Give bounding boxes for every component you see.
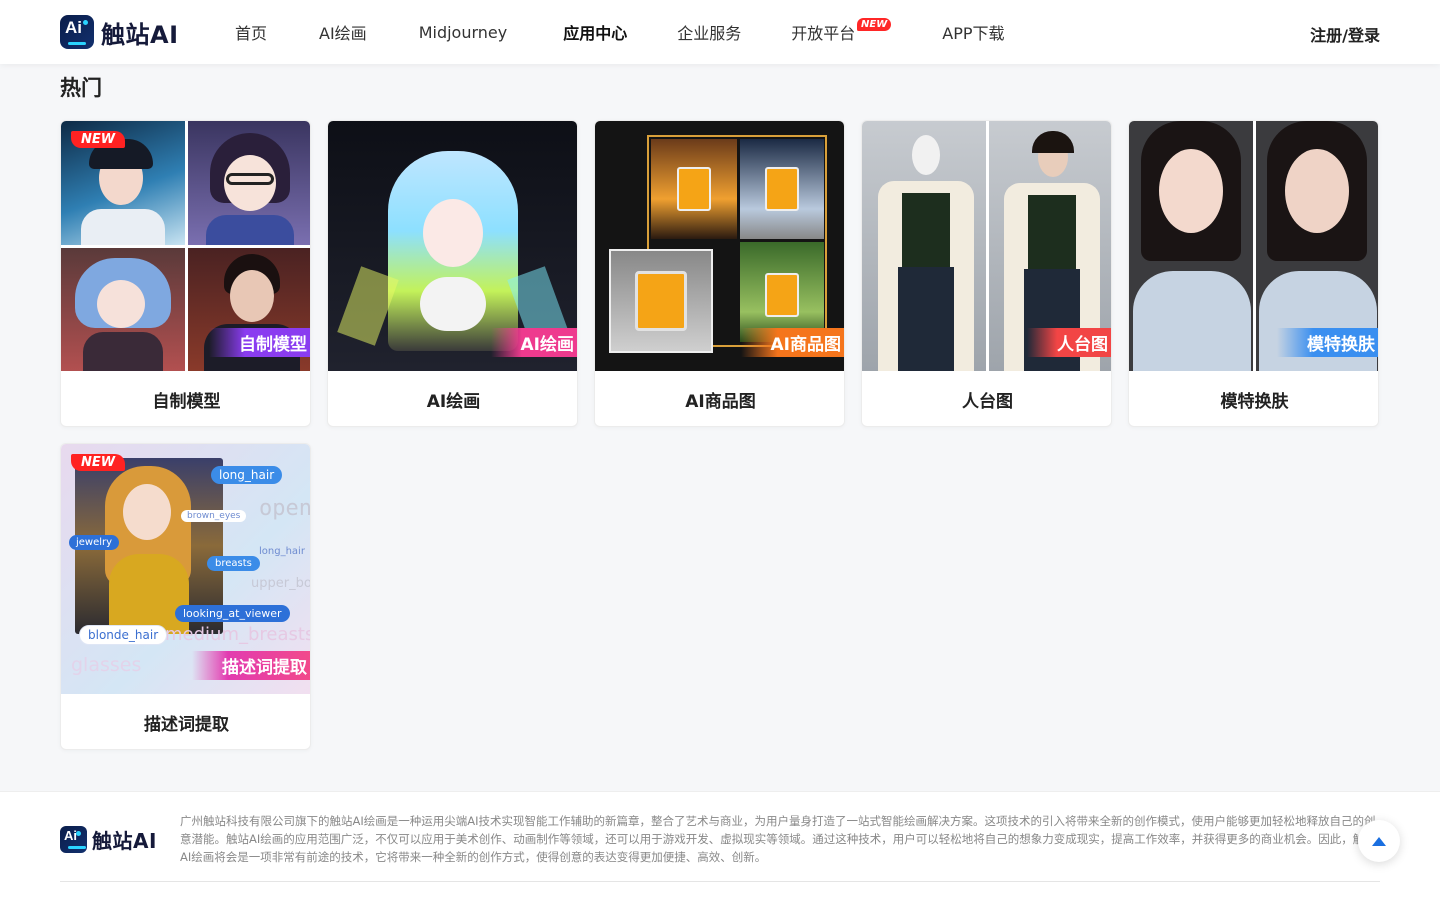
tag-chip: breasts [207, 556, 260, 571]
back-to-top-button[interactable] [1358, 820, 1400, 862]
tag-chip: long_hair [211, 466, 283, 484]
nav-app-center[interactable]: 应用中心 [563, 20, 627, 44]
card-image: 模特换肤 [1129, 121, 1378, 371]
login-register-button[interactable]: 注册/登录 [1310, 22, 1380, 46]
tag-chip: jewelry [69, 535, 120, 550]
card-image: AI绘画 [328, 121, 577, 371]
nav-ai-painting[interactable]: AI绘画 [319, 20, 367, 44]
card-tag: 模特换肤 [1277, 328, 1378, 357]
page-footer: Ai 触站AI 广州触站科技有限公司旗下的触站AI绘画是一种运用尖端AI技术实现… [0, 791, 1440, 900]
footer-divider [60, 881, 1380, 882]
tag-chip: blonde_hair [79, 625, 168, 645]
ghost-word: upper_body [251, 576, 311, 591]
tag-chip: brown_eyes [181, 510, 247, 522]
logo-mark-icon: Ai [60, 15, 94, 49]
brand-logo[interactable]: Ai 触站AI [60, 15, 179, 49]
card-tag: 描述词提取 [192, 651, 310, 680]
card-custom-model[interactable]: NEW 自制模型 自制模型 [60, 120, 311, 427]
card-image: open upper_body medium_breasts glasses l… [61, 444, 311, 694]
tag-chip: long_hair [259, 546, 305, 557]
new-badge: NEW [857, 18, 892, 31]
card-image: 人台图 [862, 121, 1111, 371]
nav-home[interactable]: 首页 [235, 20, 267, 44]
card-ai-product[interactable]: AI商品图 AI商品图 [594, 120, 845, 427]
card-ai-painting[interactable]: AI绘画 AI绘画 [327, 120, 578, 427]
nav-app-download[interactable]: APP下载 [942, 20, 1004, 44]
footer-description: 广州触站科技有限公司旗下的触站AI绘画是一种运用尖端AI技术实现智能工作辅助的新… [180, 814, 1376, 864]
nav-enterprise[interactable]: 企业服务 [677, 20, 741, 44]
card-title: AI商品图 [685, 392, 756, 412]
arrow-up-icon [1372, 836, 1386, 846]
top-header: Ai 触站AI 首页 AI绘画 Midjourney 应用中心 企业服务 开放平… [0, 0, 1440, 64]
ghost-word: medium_breasts [165, 624, 311, 645]
footer-logo[interactable]: Ai 触站AI [60, 825, 157, 854]
card-title: 描述词提取 [144, 715, 229, 735]
card-tag: AI绘画 [490, 328, 577, 357]
card-image: NEW 自制模型 [61, 121, 310, 371]
tag-chip: looking_at_viewer [175, 605, 290, 622]
card-tag: 自制模型 [209, 328, 310, 357]
card-prompt-extract[interactable]: open upper_body medium_breasts glasses l… [60, 443, 311, 750]
ghost-word: glasses [71, 654, 142, 676]
new-badge: NEW [71, 454, 126, 471]
card-title: 人台图 [962, 392, 1013, 412]
nav-open-platform[interactable]: 开放平台 NEW [791, 18, 892, 44]
brand-name: 触站AI [101, 20, 179, 49]
card-model-skin[interactable]: 模特换肤 模特换肤 [1128, 120, 1379, 427]
section-title: 热门 [60, 76, 102, 100]
nav-midjourney[interactable]: Midjourney [419, 23, 508, 42]
card-title: 自制模型 [152, 392, 221, 412]
logo-mark-icon: Ai [60, 826, 87, 853]
new-badge: NEW [71, 131, 126, 148]
ghost-word: open [259, 496, 311, 521]
card-title: 模特换肤 [1220, 392, 1289, 412]
card-tag: AI商品图 [740, 328, 844, 357]
card-title: AI绘画 [426, 392, 481, 412]
card-image: AI商品图 [595, 121, 844, 371]
card-tag: 人台图 [1027, 328, 1111, 357]
main-nav: 首页 AI绘画 Midjourney 应用中心 企业服务 开放平台 NEW AP… [235, 0, 1005, 64]
footer-brand-name: 触站AI [92, 829, 157, 853]
card-mannequin[interactable]: 人台图 人台图 [861, 120, 1112, 427]
